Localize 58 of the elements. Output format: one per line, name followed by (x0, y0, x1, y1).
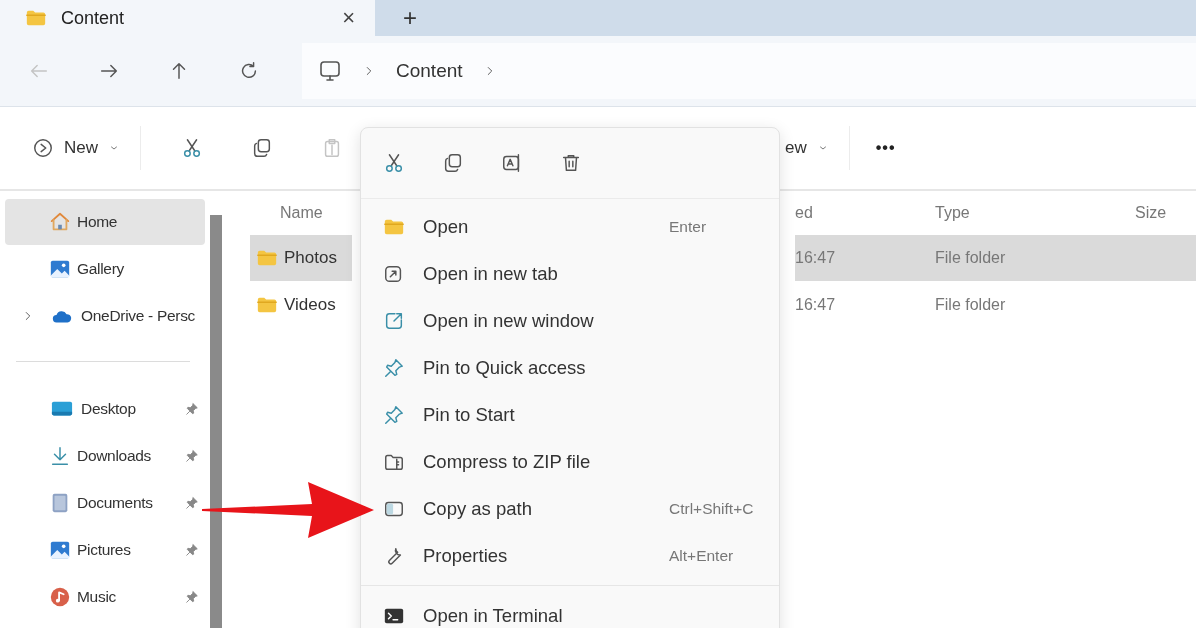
cut-button[interactable] (383, 152, 405, 174)
tab-label: Content (61, 7, 126, 29)
cut-icon (383, 152, 405, 174)
column-header[interactable]: Size (1135, 204, 1167, 222)
sidebar-item[interactable]: Pictures (5, 527, 205, 573)
type-text: File folder (935, 249, 1007, 267)
date-text: 16:47 (795, 249, 837, 267)
sidebar-item[interactable]: Downloads (5, 433, 205, 479)
menu-item[interactable]: Pin to Quick access (361, 344, 779, 391)
type-text: File folder (935, 296, 1007, 314)
sidebar-item[interactable]: Desktop (5, 386, 205, 432)
picture-icon (49, 258, 71, 280)
menu-item[interactable]: Compress to ZIP file (361, 438, 779, 485)
pin-icon (383, 403, 405, 426)
breadcrumb[interactable]: Content (396, 60, 463, 82)
menu-item[interactable]: Open in Terminal (361, 592, 779, 628)
copy-icon (442, 152, 464, 174)
tab[interactable]: Content × (0, 0, 375, 36)
new-button[interactable]: New (28, 131, 124, 165)
file-item[interactable]: Photos (250, 235, 352, 281)
house-icon (49, 211, 71, 233)
copy-button[interactable] (442, 152, 464, 174)
menu-item[interactable]: Pin to Start (361, 391, 779, 438)
sidebar-item[interactable]: OneDrive - Persc (5, 293, 205, 339)
file-name: Videos (284, 295, 336, 315)
trash-icon (560, 152, 582, 174)
sidebar-item[interactable]: Music (5, 574, 205, 620)
sidebar-item[interactable]: Gallery (5, 246, 205, 292)
picture-icon (49, 539, 71, 561)
pin-icon (185, 402, 199, 416)
address-bar[interactable]: Content (302, 43, 1196, 99)
pin-icon (185, 449, 199, 463)
pin-icon (185, 496, 199, 510)
music-icon (49, 586, 71, 608)
more-button[interactable]: ••• (865, 133, 906, 163)
menu-item[interactable]: Open in new window (361, 297, 779, 344)
delete-button[interactable] (560, 152, 582, 174)
computer-icon (318, 59, 342, 83)
date-text: 16:47 (795, 296, 837, 314)
new-tab-button[interactable]: + (375, 0, 445, 36)
column-header[interactable]: Type (935, 204, 970, 222)
view-button[interactable]: ew (781, 132, 833, 164)
close-tab-button[interactable]: × (342, 5, 355, 31)
download-icon (49, 445, 71, 467)
pin-icon (383, 356, 405, 379)
file-name: Photos (284, 248, 337, 268)
pin-icon (185, 543, 199, 557)
menu-item[interactable]: Properties Alt+Enter (361, 532, 779, 579)
column-header[interactable]: ed (795, 204, 813, 222)
file-item[interactable]: Videos (250, 282, 352, 328)
column-header[interactable]: Name (280, 204, 323, 222)
menu-item[interactable]: Open in new tab (361, 250, 779, 297)
sidebar-item[interactable]: Home (5, 199, 205, 245)
menu-item[interactable]: Open Enter (361, 203, 779, 250)
sidebar-item[interactable]: Documents (5, 480, 205, 526)
scrollbar[interactable] (210, 215, 222, 628)
pin-icon (185, 590, 199, 604)
menu-item[interactable]: Copy as path Ctrl+Shift+C (361, 485, 779, 532)
